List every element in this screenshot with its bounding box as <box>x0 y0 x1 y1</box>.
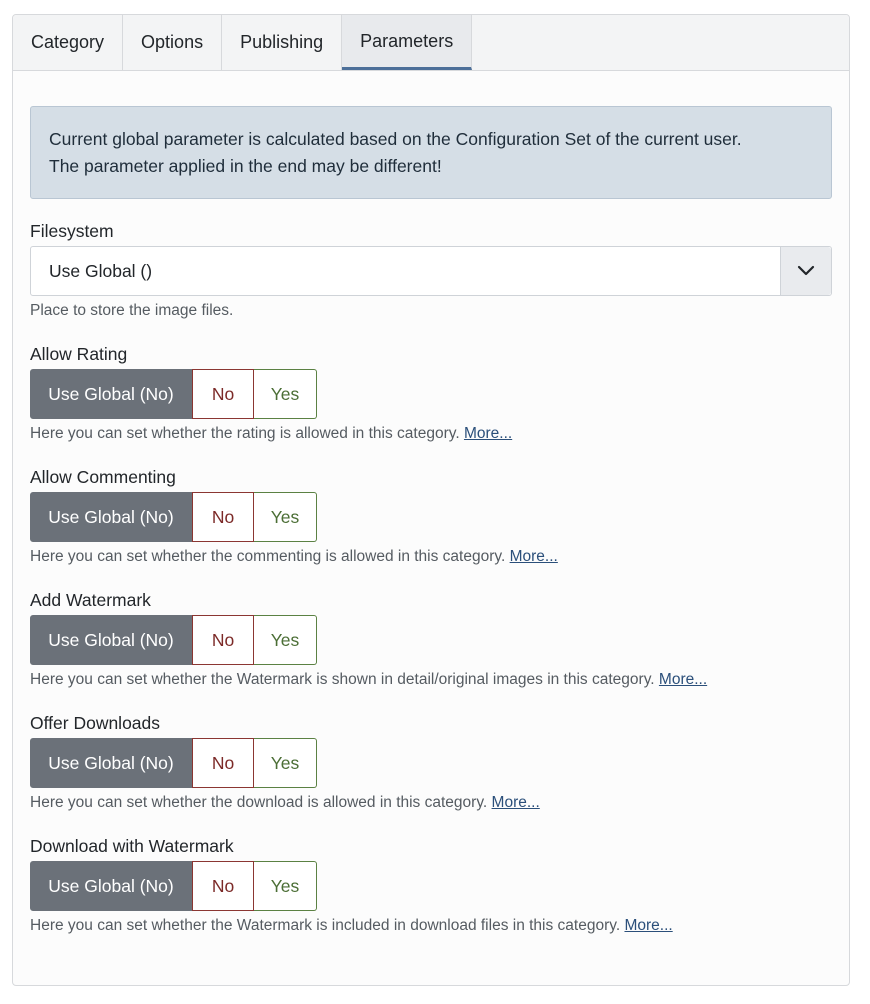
add-watermark-yes-button[interactable]: Yes <box>254 615 317 665</box>
offer-downloads-more-link[interactable]: More... <box>492 794 540 811</box>
download-with-watermark-help-text: Here you can set whether the Watermark i… <box>30 917 621 934</box>
offer-downloads-toggle: Use Global (No) No Yes <box>30 738 832 788</box>
offer-downloads-yes-button[interactable]: Yes <box>254 738 317 788</box>
add-watermark-use-global-button[interactable]: Use Global (No) <box>30 615 192 665</box>
add-watermark-more-link[interactable]: More... <box>659 671 707 688</box>
category-edit-panel: Category Options Publishing Parameters C… <box>12 14 850 986</box>
offer-downloads-help: Here you can set whether the download is… <box>30 794 832 812</box>
download-with-watermark-use-global-button[interactable]: Use Global (No) <box>30 861 192 911</box>
allow-rating-more-link[interactable]: More... <box>464 425 512 442</box>
allow-rating-yes-button[interactable]: Yes <box>254 369 317 419</box>
filesystem-label: Filesystem <box>30 221 114 241</box>
tab-parameters[interactable]: Parameters <box>342 15 473 70</box>
filesystem-select-value: Use Global () <box>49 260 153 281</box>
allow-commenting-no-button[interactable]: No <box>192 492 254 542</box>
download-with-watermark-more-link[interactable]: More... <box>624 917 672 934</box>
filesystem-field: Filesystem Use Global () Place to store … <box>30 221 832 320</box>
offer-downloads-no-button[interactable]: No <box>192 738 254 788</box>
offer-downloads-label: Offer Downloads <box>30 713 161 733</box>
download-with-watermark-field: Download with Watermark Use Global (No) … <box>30 836 832 935</box>
allow-rating-label: Allow Rating <box>30 344 128 364</box>
allow-commenting-use-global-button[interactable]: Use Global (No) <box>30 492 192 542</box>
offer-downloads-help-text: Here you can set whether the download is… <box>30 794 488 811</box>
download-with-watermark-help: Here you can set whether the Watermark i… <box>30 917 832 935</box>
allow-commenting-field: Allow Commenting Use Global (No) No Yes … <box>30 467 832 566</box>
alert-line-1: Current global parameter is calculated b… <box>49 129 742 149</box>
download-with-watermark-yes-button[interactable]: Yes <box>254 861 317 911</box>
allow-commenting-label: Allow Commenting <box>30 467 176 487</box>
offer-downloads-use-global-button[interactable]: Use Global (No) <box>30 738 192 788</box>
allow-rating-field: Allow Rating Use Global (No) No Yes Here… <box>30 344 832 443</box>
allow-commenting-yes-button[interactable]: Yes <box>254 492 317 542</box>
tab-bar: Category Options Publishing Parameters <box>13 15 849 71</box>
allow-rating-help-text: Here you can set whether the rating is a… <box>30 425 460 442</box>
add-watermark-toggle: Use Global (No) No Yes <box>30 615 832 665</box>
allow-commenting-more-link[interactable]: More... <box>510 548 558 565</box>
tab-category[interactable]: Category <box>13 15 124 70</box>
offer-downloads-field: Offer Downloads Use Global (No) No Yes H… <box>30 713 832 812</box>
allow-rating-no-button[interactable]: No <box>192 369 254 419</box>
download-with-watermark-toggle: Use Global (No) No Yes <box>30 861 832 911</box>
filesystem-help: Place to store the image files. <box>30 302 234 319</box>
add-watermark-label: Add Watermark <box>30 590 151 610</box>
download-with-watermark-label: Download with Watermark <box>30 836 234 856</box>
allow-rating-toggle: Use Global (No) No Yes <box>30 369 832 419</box>
download-with-watermark-no-button[interactable]: No <box>192 861 254 911</box>
chevron-down-icon <box>780 247 831 295</box>
alert-line-2: The parameter applied in the end may be … <box>49 156 442 176</box>
allow-rating-help: Here you can set whether the rating is a… <box>30 425 832 443</box>
tab-publishing[interactable]: Publishing <box>222 15 343 70</box>
allow-commenting-toggle: Use Global (No) No Yes <box>30 492 832 542</box>
filesystem-select[interactable]: Use Global () <box>30 246 832 296</box>
allow-commenting-help-text: Here you can set whether the commenting … <box>30 548 506 565</box>
add-watermark-field: Add Watermark Use Global (No) No Yes Her… <box>30 590 832 689</box>
parameters-content: Current global parameter is calculated b… <box>13 71 849 935</box>
tab-options[interactable]: Options <box>123 15 223 70</box>
info-alert: Current global parameter is calculated b… <box>30 106 832 199</box>
add-watermark-help-text: Here you can set whether the Watermark i… <box>30 671 655 688</box>
allow-rating-use-global-button[interactable]: Use Global (No) <box>30 369 192 419</box>
add-watermark-no-button[interactable]: No <box>192 615 254 665</box>
add-watermark-help: Here you can set whether the Watermark i… <box>30 671 832 689</box>
allow-commenting-help: Here you can set whether the commenting … <box>30 548 832 566</box>
